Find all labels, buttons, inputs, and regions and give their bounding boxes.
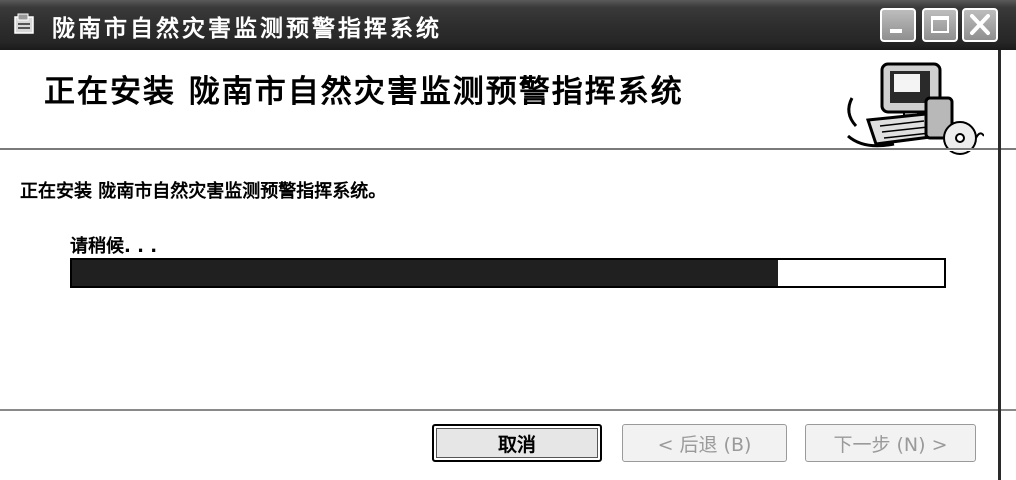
window-right-border <box>998 50 1001 480</box>
next-button[interactable]: 下一步 (N) > <box>805 424 976 462</box>
installer-app-icon <box>14 13 34 34</box>
back-button[interactable]: < 后退 (B) <box>622 424 787 462</box>
computer-install-icon <box>847 62 984 155</box>
window-title: 陇南市自然灾害监测预警指挥系统 <box>52 15 442 42</box>
progress-bar-fill <box>72 260 779 286</box>
minimize-icon <box>890 29 902 33</box>
install-status-text: 正在安装 陇南市自然灾害监测预警指挥系统。 <box>20 181 387 202</box>
close-button[interactable] <box>962 8 998 42</box>
install-progress-bar <box>70 258 946 288</box>
cancel-button[interactable]: 取消 <box>432 424 602 462</box>
installer-window: 陇南市自然灾害监测预警指挥系统 正在安装 陇南市自然灾害监测预警指挥系统 正在安… <box>0 0 1016 480</box>
page-title: 正在安装 陇南市自然灾害监测预警指挥系统 <box>44 74 684 110</box>
minimize-button[interactable] <box>880 8 916 42</box>
wait-label: 请稍候. . . <box>70 236 158 257</box>
maximize-icon <box>931 16 949 33</box>
close-icon <box>970 14 990 35</box>
title-bar[interactable]: 陇南市自然灾害监测预警指挥系统 <box>0 0 1016 50</box>
footer-divider <box>0 409 1016 411</box>
maximize-button[interactable] <box>922 8 958 42</box>
header-divider <box>0 148 1016 151</box>
